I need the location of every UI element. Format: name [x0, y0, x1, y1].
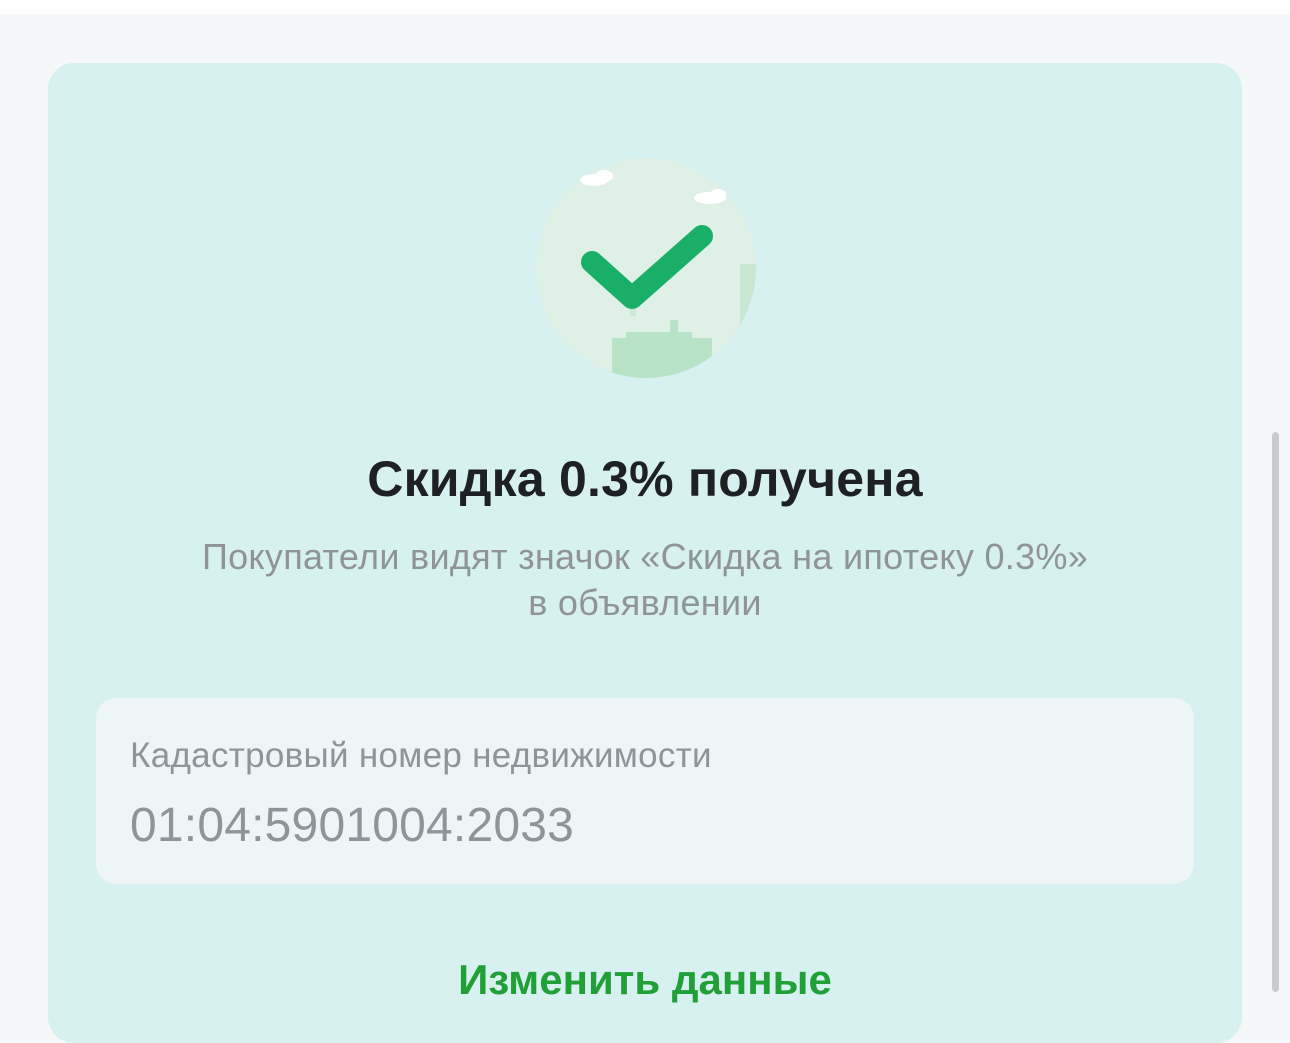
success-illustration — [536, 158, 756, 378]
edit-data-button[interactable]: Изменить данные — [0, 956, 1290, 1004]
cadastral-number-label: Кадастровый номер недвижимости — [130, 736, 712, 775]
success-title: Скидка 0.3% получена — [367, 451, 923, 507]
success-subtitle: Покупатели видят значок «Скидка на ипоте… — [120, 534, 1170, 626]
scrollbar[interactable] — [1272, 432, 1279, 992]
cadastral-number-value: 01:04:5901004:2033 — [130, 799, 575, 852]
cadastral-number-field[interactable]: Кадастровый номер недвижимости 01:04:590… — [96, 698, 1194, 884]
top-bar — [0, 0, 1290, 14]
subtitle-line: Покупатели видят значок «Скидка на ипоте… — [201, 536, 1089, 577]
subtitle-line: в объявлении — [528, 582, 762, 623]
